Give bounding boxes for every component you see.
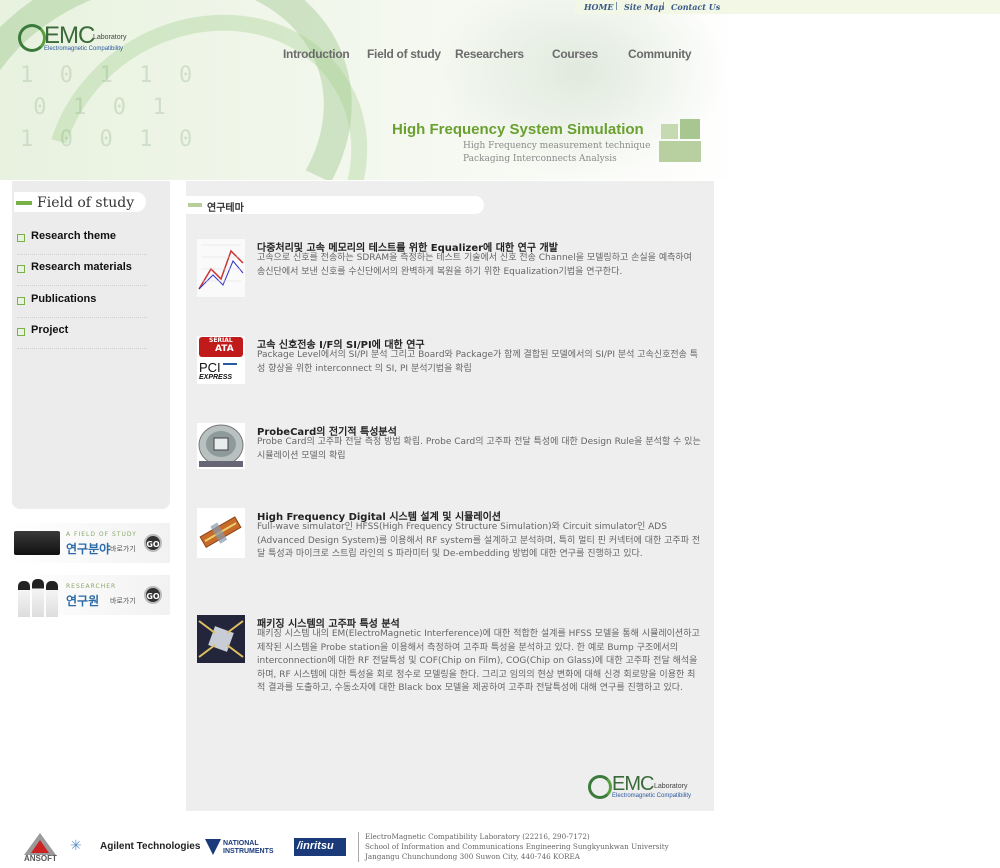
logo-serial: SERIAL [209,337,233,344]
logo-subtitle: Electromagnetic Compatibility [612,793,692,799]
hero-subtitle: Packaging Interconnects Analysis [463,154,617,164]
sidebar-item-publications[interactable]: Publications [17,293,147,318]
banner-title: 연구분야 [66,542,111,556]
address-line: School of Information and Communications… [365,842,669,852]
binary-pattern: 1 0 1 1 0 0 1 0 1 1 0 0 1 0 [20,63,193,152]
title-marker [16,201,32,205]
banner-shortcut-label: 바로가기 [110,545,136,553]
hero-title: High Frequency System Simulation [392,121,644,138]
connector-thumbnail [197,508,245,558]
emc-logo-icon [18,24,46,52]
nav-introduction[interactable]: Introduction [283,47,350,61]
emc-logo-footer: EMC Laboratory Electromagnetic Compatibi… [588,773,706,803]
banner-caption: A FIELD OF STUDY [66,531,137,538]
decorative-square [661,124,678,139]
agilent-logo: ✳ Agilent Technologies [70,838,200,858]
partner-name: NATIONAL INSTRUMENTS [223,840,274,855]
partner-name: /inritsu [297,840,334,852]
nav-courses[interactable]: Courses [552,47,598,61]
go-button[interactable]: GO [144,534,162,552]
research-description: Probe Card의 고주파 전달 측정 방법 확립. Probe Card의… [257,437,701,461]
sata-pci-logo: SERIAL ATA PCI EXPRESS [197,336,245,384]
logo-ata: ATA [215,344,234,354]
research-description: 패키징 시스템 내의 EM(ElectroMagnetic Interferen… [257,629,700,694]
sidebar-item-label: Publications [31,293,97,305]
hero-subtitle: High Frequency measurement technique [463,141,651,151]
sidebar-item-label: Research materials [31,261,132,273]
research-item[interactable]: 패키징 시스템의 고주파 특성 분석 패키징 시스템 내의 EM(Electro… [197,615,707,715]
section-title: 연구테마 [207,203,244,214]
partner-name: Agilent Technologies [100,841,201,852]
separator: | [662,1,665,10]
logo-subtitle: Electromagnetic Compatibility [44,46,124,52]
go-button[interactable]: GO [144,586,162,604]
research-description: Full-wave simulator인 HFSS(High Frequency… [257,522,701,560]
address-line: ElectroMagnetic Compatibility Laboratory… [365,832,590,841]
research-description: 고속으로 신호를 전송하는 SDRAM을 측정하는 테스트 기술에서 신호 전송… [257,253,692,277]
research-thumbnail [197,239,245,297]
field-of-study-banner[interactable]: A FIELD OF STUDY 연구분야 바로가기 GO [12,523,170,563]
banner-shortcut-label: 바로가기 [110,597,136,605]
research-item[interactable]: ProbeCard의 전기적 특성분석 Probe Card의 고주파 전달 측… [197,423,707,473]
banner-title: 연구원 [66,594,100,608]
nav-researchers[interactable]: Researchers [455,47,524,61]
research-item[interactable]: High Frequency Digital 시스템 설계 및 시뮬레이션 Fu… [197,508,707,576]
bullet-icon [17,265,25,273]
research-item[interactable]: 다중처리및 고속 메모리의 테스트를 위한 Equalizer에 대한 연구 개… [197,239,707,299]
logo-laboratory: Laboratory [93,34,127,41]
bullet-icon [17,234,25,242]
national-instruments-logo: NATIONAL INSTRUMENTS [205,838,285,858]
address-line: Jangangu Chunchundong 300 Suwon City, 44… [365,852,580,862]
anritsu-logo: /inritsu [294,838,346,856]
research-description: Package Level에서의 SI/PI 분석 그리고 Board와 Pac… [257,350,699,374]
sitemap-link[interactable]: Site Map [624,2,664,12]
sidebar-item-label: Research theme [31,230,116,242]
logo-express: EXPRESS [199,374,233,381]
nav-community[interactable]: Community [628,47,692,61]
decorative-square [659,141,701,162]
bullet-icon [17,297,25,305]
contact-link[interactable]: Contact Us [671,2,720,12]
utility-bar: HOME | Site Map | Contact Us [575,0,1000,14]
bullet-icon [17,328,25,336]
banner-caption: RESEARCHER [66,583,117,590]
researchers-image [16,577,62,617]
home-link[interactable]: HOME [584,2,613,12]
emc-logo-icon [588,775,612,799]
footer-address: ElectroMagnetic Compatibility Laboratory… [365,832,669,863]
emc-logo[interactable]: EMC Laboratory Electromagnetic Compatibi… [18,22,138,54]
starburst-icon: ✳ [70,838,82,854]
nav-field-of-study[interactable]: Field of study [367,47,441,61]
header-banner: 1 0 1 1 0 0 1 0 1 1 0 0 1 0 [0,0,1000,180]
eagle-icon [205,839,221,855]
sidebar-item-research-theme[interactable]: Research theme [17,230,147,255]
researcher-banner[interactable]: RESEARCHER 연구원 바로가기 GO [12,575,170,617]
footer-divider [358,832,359,862]
research-item[interactable]: SERIAL ATA PCI EXPRESS 고속 신호전송 I/F의 SI/P… [197,336,707,386]
sidebar-item-project[interactable]: Project [17,324,147,349]
ansoft-logo: ANSOFT [22,832,58,866]
logo-laboratory: Laboratory [654,783,688,790]
sidebar-title: Field of study [37,195,135,211]
probecard-thumbnail [197,423,245,469]
decorative-square [680,119,700,139]
logo-pci: PCI [199,360,221,375]
server-image [14,531,60,555]
package-thumbnail [197,615,245,663]
title-marker [188,203,202,207]
sidebar-item-research-materials[interactable]: Research materials [17,261,147,286]
separator: | [615,1,618,10]
sidebar-item-label: Project [31,324,69,336]
partner-name: ANSOFT [24,854,57,863]
